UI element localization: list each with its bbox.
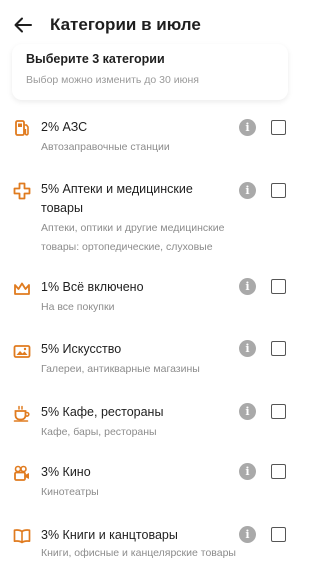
info-button[interactable]: i [239, 463, 256, 480]
category-checkbox[interactable] [271, 279, 286, 294]
fuel-pump-icon [13, 119, 31, 137]
category-description: Автозаправочные станции [41, 141, 170, 153]
category-checkbox[interactable] [271, 404, 286, 419]
category-item-pharmacy[interactable]: 5% Аптеки и медицинские товары Аптеки, о… [0, 178, 300, 253]
info-button[interactable]: i [239, 119, 256, 136]
category-description: Аптеки, оптики и другие медицинские това… [41, 222, 225, 253]
category-checkbox[interactable] [271, 464, 286, 479]
category-name: 3% Книги и канцтовары [41, 528, 178, 542]
category-item-art[interactable]: 5% Искусство Галереи, антикварные магази… [0, 340, 300, 380]
category-name: 3% Кино [41, 465, 91, 479]
picture-icon [13, 342, 31, 360]
info-button[interactable]: i [239, 340, 256, 357]
category-item-all-inclusive[interactable]: 1% Всё включено На все покупки i [0, 278, 300, 318]
category-name: 5% Искусство [41, 342, 122, 356]
arrow-left-icon [14, 17, 32, 33]
category-item-cinema[interactable]: 3% Кино Кинотеатры i [0, 463, 300, 503]
selection-info-card: Выберите 3 категории Выбор можно изменит… [12, 44, 288, 100]
category-name: 1% Всё включено [41, 280, 144, 294]
category-description: На все покупки [41, 301, 115, 313]
category-name: 5% Аптеки и медицинские товары [41, 182, 193, 215]
top-bar: Категории в июле [0, 0, 300, 50]
category-checkbox[interactable] [271, 183, 286, 198]
back-button[interactable] [12, 14, 34, 36]
info-card-title: Выберите 3 категории [26, 52, 165, 66]
category-checkbox[interactable] [271, 527, 286, 542]
book-icon [13, 527, 31, 545]
movie-camera-icon [13, 464, 31, 482]
crown-icon [13, 280, 31, 298]
info-button[interactable]: i [239, 526, 256, 543]
category-description: Галереи, антикварные магазины [41, 363, 200, 375]
category-item-cafe[interactable]: 5% Кафе, рестораны Кафе, бары, рестораны… [0, 403, 300, 443]
info-button[interactable]: i [239, 182, 256, 199]
category-checkbox[interactable] [271, 341, 286, 356]
medical-cross-icon [13, 182, 31, 200]
info-button[interactable]: i [239, 403, 256, 420]
category-item-books[interactable]: 3% Книги и канцтовары Книги, офисные и к… [0, 526, 300, 566]
category-name: 5% Кафе, рестораны [41, 405, 164, 419]
category-item-fuel[interactable]: 2% АЗС Автозаправочные станции i [0, 114, 300, 162]
coffee-cup-icon [13, 404, 31, 422]
category-description: Кафе, бары, рестораны [41, 426, 157, 438]
category-description: Книги, офисные и канцелярские товары [41, 547, 236, 559]
category-name: 2% АЗС [41, 120, 88, 134]
category-description: Кинотеатры [41, 486, 99, 498]
info-button[interactable]: i [239, 278, 256, 295]
page-title: Категории в июле [50, 15, 201, 34]
category-checkbox[interactable] [271, 120, 286, 135]
info-card-subtitle: Выбор можно изменить до 30 июня [26, 74, 199, 86]
